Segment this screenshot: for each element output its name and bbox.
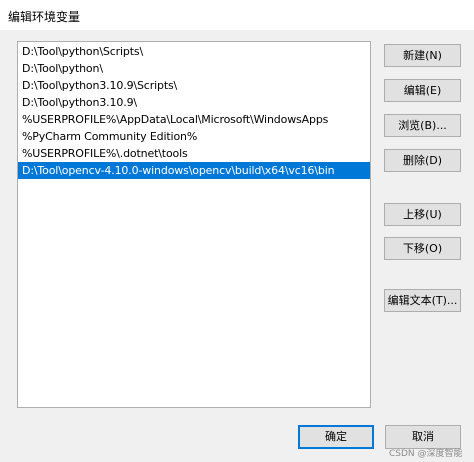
new-button[interactable]: 新建(N): [384, 44, 461, 67]
list-item[interactable]: %PyCharm Community Edition%: [18, 128, 370, 145]
browse-button[interactable]: 浏览(B)...: [384, 114, 461, 137]
move-down-button[interactable]: 下移(O): [384, 237, 461, 260]
move-up-button[interactable]: 上移(U): [384, 203, 461, 226]
list-item[interactable]: D:\Tool\python\Scripts\: [18, 43, 370, 60]
watermark: CSDN @深度智能: [389, 449, 463, 459]
list-item[interactable]: D:\Tool\python3.10.9\Scripts\: [18, 77, 370, 94]
title-bar: 编辑环境变量: [0, 0, 474, 30]
window-title: 编辑环境变量: [8, 10, 81, 24]
ok-button[interactable]: 确定: [298, 425, 374, 449]
list-item-selected[interactable]: D:\Tool\opencv-4.10.0-windows\opencv\bui…: [18, 162, 370, 179]
list-item[interactable]: D:\Tool\python3.10.9\: [18, 94, 370, 111]
list-item[interactable]: %USERPROFILE%\AppData\Local\Microsoft\Wi…: [18, 111, 370, 128]
delete-button[interactable]: 删除(D): [384, 149, 461, 172]
edit-button[interactable]: 编辑(E): [384, 79, 461, 102]
path-list[interactable]: D:\Tool\python\Scripts\ D:\Tool\python\ …: [17, 41, 371, 408]
edit-text-button[interactable]: 编辑文本(T)...: [384, 289, 461, 312]
list-item[interactable]: %USERPROFILE%\.dotnet\tools: [18, 145, 370, 162]
list-item[interactable]: D:\Tool\python\: [18, 60, 370, 77]
